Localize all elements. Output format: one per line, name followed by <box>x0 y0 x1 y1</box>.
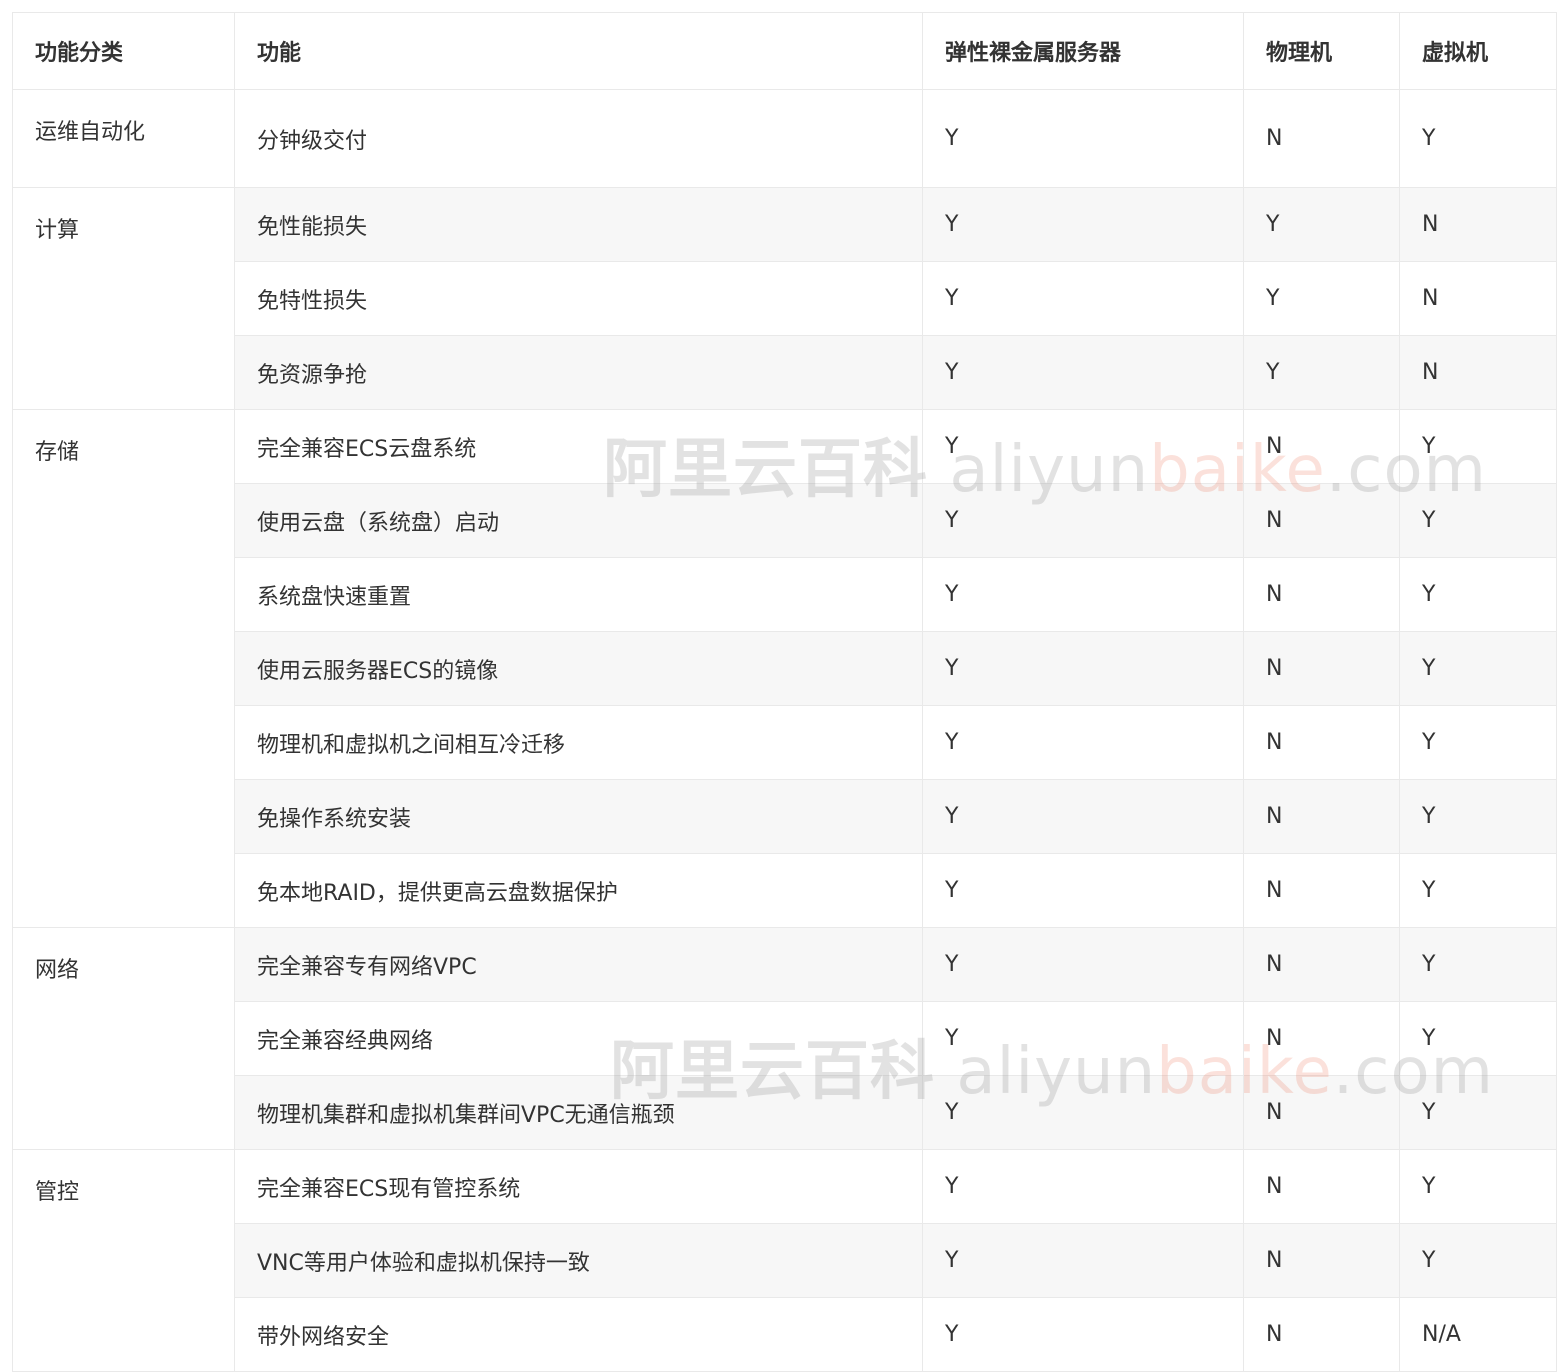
bare-metal-value-cell: Y <box>922 1001 1244 1076</box>
table-row: VNC等用户体验和虚拟机保持一致 Y N Y <box>13 1223 1557 1298</box>
physical-value-cell: Y <box>1243 261 1400 336</box>
virtual-value-cell: Y <box>1399 631 1557 706</box>
physical-value-cell: N <box>1243 89 1400 188</box>
feature-cell: 带外网络安全 <box>234 1297 923 1372</box>
table-row: 免资源争抢 Y Y N <box>13 335 1557 410</box>
feature-cell: 免资源争抢 <box>234 335 923 410</box>
header-category: 功能分类 <box>12 12 235 90</box>
physical-value-cell: N <box>1243 557 1400 632</box>
feature-cell: 分钟级交付 <box>234 89 923 188</box>
bare-metal-value-cell: Y <box>922 631 1244 706</box>
physical-value-cell: N <box>1243 927 1400 1002</box>
table-row: 运维自动化 分钟级交付 Y N Y <box>12 89 1557 188</box>
header-bare-metal: 弹性裸金属服务器 <box>922 12 1244 90</box>
bare-metal-value-cell: Y <box>922 1075 1244 1150</box>
category-cell: 管控 <box>12 1149 235 1372</box>
physical-value-cell: N <box>1243 705 1400 780</box>
physical-value-cell: N <box>1243 853 1400 928</box>
category-cell: 网络 <box>12 927 235 1150</box>
feature-cell: 使用云盘（系统盘）启动 <box>234 483 923 558</box>
physical-value-cell: Y <box>1243 335 1400 410</box>
bare-metal-value-cell: Y <box>922 853 1244 928</box>
table-row: 网络 完全兼容专有网络VPC Y N Y <box>12 927 1557 1150</box>
table-row: 使用云服务器ECS的镜像 Y N Y <box>13 631 1557 706</box>
feature-comparison-table: 功能分类 功能 弹性裸金属服务器 物理机 虚拟机 运维自动化 分钟级交付 Y N Y 计算… <box>12 12 1557 1372</box>
virtual-value-cell: Y <box>1399 1001 1557 1076</box>
virtual-value-cell: Y <box>1399 1223 1557 1298</box>
feature-cell: 完全兼容ECS云盘系统 <box>234 409 923 484</box>
table-header-row: 功能分类 功能 弹性裸金属服务器 物理机 虚拟机 <box>12 12 1557 90</box>
virtual-value-cell: N/A <box>1399 1297 1557 1372</box>
table-row: 系统盘快速重置 Y N Y <box>13 557 1557 632</box>
virtual-value-cell: N <box>1399 187 1557 262</box>
feature-cell: 物理机和虚拟机之间相互冷迁移 <box>234 705 923 780</box>
bare-metal-value-cell: Y <box>922 1297 1244 1372</box>
header-feature: 功能 <box>234 12 923 90</box>
virtual-value-cell: N <box>1399 261 1557 336</box>
virtual-value-cell: N <box>1399 335 1557 410</box>
header-virtual: 虚拟机 <box>1399 12 1557 90</box>
virtual-value-cell: Y <box>1399 927 1557 1002</box>
table-row: 免本地RAID，提供更高云盘数据保护 Y N Y <box>13 853 1557 928</box>
table-row: 计算 免性能损失 Y Y N <box>12 187 1557 410</box>
bare-metal-value-cell: Y <box>922 779 1244 854</box>
virtual-value-cell: Y <box>1399 705 1557 780</box>
feature-cell: 免性能损失 <box>234 187 923 262</box>
physical-value-cell: N <box>1243 1297 1400 1372</box>
physical-value-cell: N <box>1243 483 1400 558</box>
bare-metal-value-cell: Y <box>922 1149 1244 1224</box>
feature-cell: 完全兼容专有网络VPC <box>234 927 923 1002</box>
bare-metal-value-cell: Y <box>922 705 1244 780</box>
header-physical: 物理机 <box>1243 12 1400 90</box>
feature-cell: 完全兼容ECS现有管控系统 <box>234 1149 923 1224</box>
table-body: 运维自动化 分钟级交付 Y N Y 计算 免性能损失 Y Y N 免特性损失 Y Y N 免资源争抢 Y Y N 存… <box>12 89 1557 1372</box>
table-row: 带外网络安全 Y N N/A <box>13 1297 1557 1372</box>
physical-value-cell: N <box>1243 631 1400 706</box>
virtual-value-cell: Y <box>1399 1075 1557 1150</box>
feature-cell: 使用云服务器ECS的镜像 <box>234 631 923 706</box>
physical-value-cell: N <box>1243 409 1400 484</box>
physical-value-cell: Y <box>1243 187 1400 262</box>
feature-cell: 完全兼容经典网络 <box>234 1001 923 1076</box>
physical-value-cell: N <box>1243 779 1400 854</box>
table-row: 物理机和虚拟机之间相互冷迁移 Y N Y <box>13 705 1557 780</box>
table-row: 完全兼容经典网络 Y N Y <box>13 1001 1557 1076</box>
physical-value-cell: N <box>1243 1149 1400 1224</box>
bare-metal-value-cell: Y <box>922 187 1244 262</box>
physical-value-cell: N <box>1243 1075 1400 1150</box>
physical-value-cell: N <box>1243 1001 1400 1076</box>
feature-cell: VNC等用户体验和虚拟机保持一致 <box>234 1223 923 1298</box>
feature-cell: 物理机集群和虚拟机集群间VPC无通信瓶颈 <box>234 1075 923 1150</box>
table-row: 使用云盘（系统盘）启动 Y N Y <box>13 483 1557 558</box>
table-row: 免操作系统安装 Y N Y <box>13 779 1557 854</box>
virtual-value-cell: Y <box>1399 779 1557 854</box>
category-cell: 运维自动化 <box>12 89 235 188</box>
virtual-value-cell: Y <box>1399 1149 1557 1224</box>
feature-cell: 系统盘快速重置 <box>234 557 923 632</box>
feature-cell: 免特性损失 <box>234 261 923 336</box>
bare-metal-value-cell: Y <box>922 261 1244 336</box>
bare-metal-value-cell: Y <box>922 557 1244 632</box>
feature-cell: 免操作系统安装 <box>234 779 923 854</box>
virtual-value-cell: Y <box>1399 853 1557 928</box>
physical-value-cell: N <box>1243 1223 1400 1298</box>
table-row: 免特性损失 Y Y N <box>13 261 1557 336</box>
bare-metal-value-cell: Y <box>922 1223 1244 1298</box>
bare-metal-value-cell: Y <box>922 409 1244 484</box>
category-cell: 计算 <box>12 187 235 410</box>
table-row: 管控 完全兼容ECS现有管控系统 Y N Y <box>12 1149 1557 1372</box>
table-row: 物理机集群和虚拟机集群间VPC无通信瓶颈 Y N Y <box>13 1075 1557 1150</box>
bare-metal-value-cell: Y <box>922 335 1244 410</box>
table-row: 存储 完全兼容ECS云盘系统 Y N Y <box>12 409 1557 928</box>
virtual-value-cell: Y <box>1399 409 1557 484</box>
virtual-value-cell: Y <box>1399 557 1557 632</box>
bare-metal-value-cell: Y <box>922 89 1244 188</box>
bare-metal-value-cell: Y <box>922 483 1244 558</box>
feature-cell: 免本地RAID，提供更高云盘数据保护 <box>234 853 923 928</box>
virtual-value-cell: Y <box>1399 89 1557 188</box>
category-cell: 存储 <box>12 409 235 928</box>
bare-metal-value-cell: Y <box>922 927 1244 1002</box>
virtual-value-cell: Y <box>1399 483 1557 558</box>
